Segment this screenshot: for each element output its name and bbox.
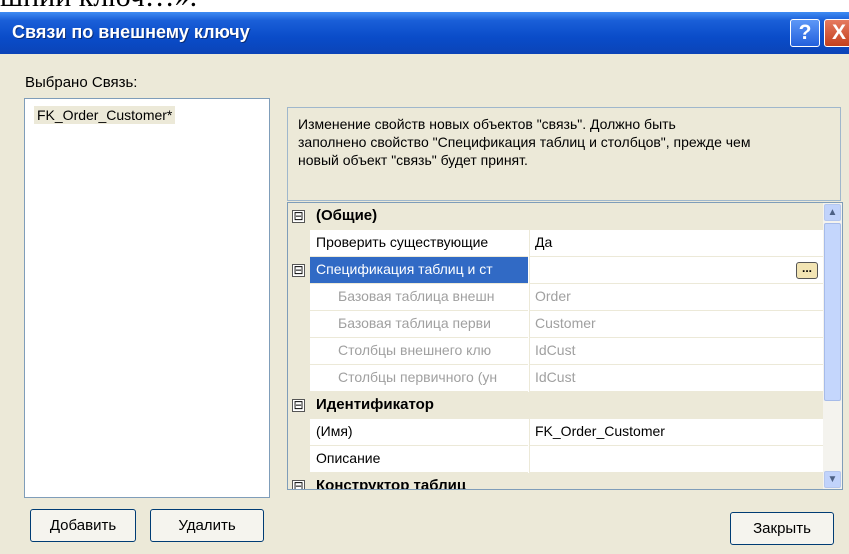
- row-gutter: [288, 338, 310, 365]
- collapse-icon[interactable]: ⊟: [292, 210, 305, 223]
- description-line: новый объект "связь" будет принят.: [298, 152, 528, 168]
- help-button[interactable]: ?: [790, 19, 820, 47]
- close-button[interactable]: Закрыть: [730, 512, 834, 545]
- property-name: Спецификация таблиц и ст: [310, 257, 528, 284]
- category-identity[interactable]: ⊟ Идентификатор: [288, 392, 823, 419]
- close-icon: X: [831, 21, 846, 44]
- description-panel: Изменение свойств новых объектов "связь"…: [287, 107, 841, 201]
- collapse-icon[interactable]: ⊟: [292, 399, 305, 412]
- row-gutter: [288, 446, 310, 473]
- list-item[interactable]: FK_Order_Customer*: [34, 106, 176, 124]
- window-close-button[interactable]: X: [824, 19, 849, 47]
- property-value[interactable]: Да: [529, 230, 823, 257]
- property-value[interactable]: [529, 446, 823, 473]
- category-general[interactable]: ⊟ (Общие): [288, 203, 823, 230]
- property-row-check-existing[interactable]: Проверить существующие Да: [288, 230, 823, 257]
- row-gutter: ⊟: [288, 257, 310, 284]
- property-row-pk-columns: Столбцы первичного (ун IdCust: [288, 365, 823, 392]
- property-name: Столбцы внешнего клю: [310, 338, 528, 365]
- property-grid[interactable]: ⊟ (Общие) Проверить существующие Да ⊟ Сп…: [287, 202, 843, 490]
- property-name: Базовая таблица внешн: [310, 284, 528, 311]
- chevron-down-icon: ▼: [827, 474, 838, 485]
- property-name: Описание: [310, 446, 528, 473]
- property-row-fk-columns: Столбцы внешнего клю IdCust: [288, 338, 823, 365]
- property-row-fk-base-table: Базовая таблица внешн Order: [288, 284, 823, 311]
- property-row-name[interactable]: (Имя) FK_Order_Customer: [288, 419, 823, 446]
- background-document-fragment: шний ключ…».: [0, 0, 849, 12]
- relationship-list[interactable]: FK_Order_Customer*: [24, 98, 270, 498]
- property-row-description[interactable]: Описание: [288, 446, 823, 473]
- description-line: заполнено свойство "Спецификация таблиц …: [298, 134, 751, 150]
- collapse-icon[interactable]: ⊟: [292, 480, 305, 489]
- row-gutter: [288, 311, 310, 338]
- ellipsis-button[interactable]: ...: [796, 262, 818, 279]
- property-name: (Имя): [310, 419, 528, 446]
- background-text: шний ключ…».: [0, 0, 197, 12]
- add-button[interactable]: Добавить: [30, 509, 136, 542]
- title-bar[interactable]: Связи по внешнему ключу ? X: [0, 12, 849, 54]
- delete-button[interactable]: Удалить: [150, 509, 264, 542]
- category-label: (Общие): [316, 207, 378, 224]
- scroll-up-button[interactable]: ▲: [824, 204, 841, 221]
- property-value: IdCust: [529, 338, 823, 365]
- property-value: Order: [529, 284, 823, 311]
- description-line: Изменение свойств новых объектов "связь"…: [298, 116, 676, 132]
- foreign-key-relationships-dialog: Связи по внешнему ключу ? X Выбрано Связ…: [0, 12, 849, 554]
- row-gutter: [288, 230, 310, 257]
- property-name: Столбцы первичного (ун: [310, 365, 528, 392]
- category-label: Идентификатор: [316, 396, 434, 413]
- property-row-table-spec[interactable]: ⊟ Спецификация таблиц и ст ...: [288, 257, 823, 284]
- row-gutter: [288, 365, 310, 392]
- row-gutter: [288, 419, 310, 446]
- category-label: Конструктор таблиц: [316, 477, 467, 490]
- row-gutter: [288, 284, 310, 311]
- selected-relationship-label: Выбрано Связь:: [25, 74, 138, 91]
- help-icon: ?: [798, 21, 812, 44]
- scroll-thumb[interactable]: [824, 223, 841, 401]
- scroll-down-button[interactable]: ▼: [824, 471, 841, 488]
- window-title: Связи по внешнему ключу: [12, 22, 250, 42]
- vertical-scrollbar[interactable]: ▲ ▼: [823, 203, 842, 489]
- property-value[interactable]: FK_Order_Customer: [529, 419, 823, 446]
- property-value: IdCust: [529, 365, 823, 392]
- property-name: Базовая таблица перви: [310, 311, 528, 338]
- property-row-pk-base-table: Базовая таблица перви Customer: [288, 311, 823, 338]
- property-name: Проверить существующие: [310, 230, 528, 257]
- property-value: Customer: [529, 311, 823, 338]
- category-table-designer[interactable]: ⊟ Конструктор таблиц: [288, 473, 823, 490]
- collapse-icon[interactable]: ⊟: [292, 264, 305, 277]
- chevron-up-icon: ▲: [827, 207, 838, 218]
- property-value[interactable]: [529, 257, 823, 284]
